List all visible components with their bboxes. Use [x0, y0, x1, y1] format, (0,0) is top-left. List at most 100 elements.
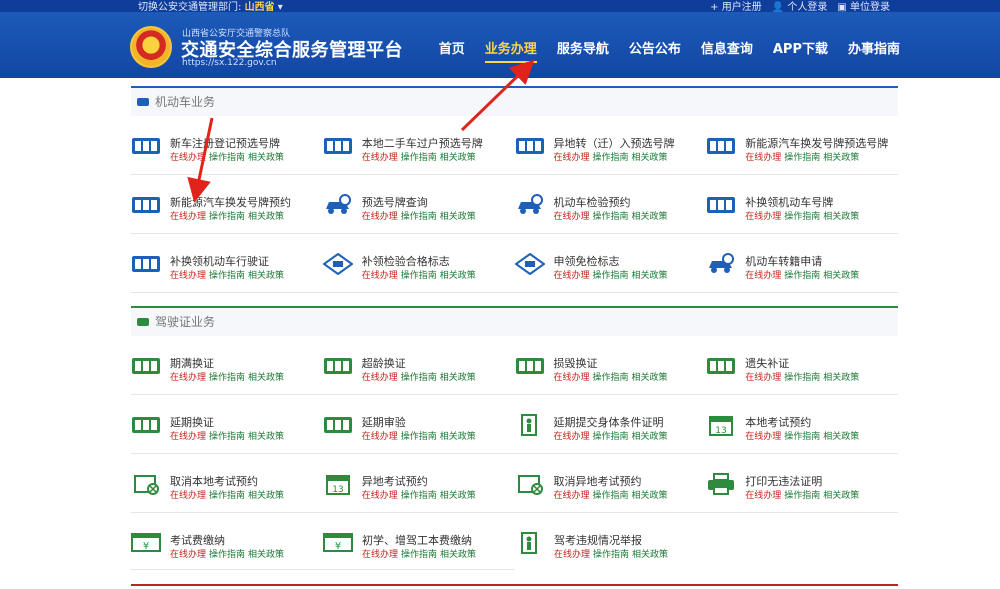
- online-apply-link[interactable]: 在线办理: [554, 491, 590, 501]
- service-title[interactable]: 损毁换证: [554, 355, 598, 371]
- guide-link[interactable]: 操作指南: [784, 373, 820, 383]
- nav-business[interactable]: 业务办理: [484, 38, 537, 63]
- service-title[interactable]: 异地转（迁）入预选号牌: [554, 135, 675, 151]
- service-title[interactable]: 初学、增驾工本费缴纳: [362, 532, 472, 548]
- service-item[interactable]: 打印无违法证明 在线办理 操作指南 相关政策: [706, 454, 898, 512]
- service-item[interactable]: 取消本地考试预约 在线办理 操作指南 相关政策: [131, 454, 323, 512]
- service-item[interactable]: ¥ 初学、增驾工本费缴纳 在线办理 操作指南 相关政策: [323, 513, 515, 572]
- online-apply-link[interactable]: 在线办理: [745, 271, 781, 281]
- online-apply-link[interactable]: 在线办理: [170, 271, 206, 281]
- service-title[interactable]: 新能源汽车换发号牌预选号牌: [745, 135, 888, 151]
- guide-link[interactable]: 操作指南: [593, 373, 629, 383]
- policy-link[interactable]: 相关政策: [248, 153, 284, 163]
- policy-link[interactable]: 相关政策: [632, 491, 668, 501]
- service-item[interactable]: ¥ 考试费缴纳 在线办理 操作指南 相关政策: [131, 513, 323, 572]
- guide-link[interactable]: 操作指南: [401, 373, 437, 383]
- guide-link[interactable]: 操作指南: [209, 432, 245, 442]
- online-apply-link[interactable]: 在线办理: [362, 212, 398, 222]
- service-item[interactable]: 期满换证 在线办理 操作指南 相关政策: [131, 336, 323, 394]
- service-title[interactable]: 补换领机动车行驶证: [170, 253, 269, 269]
- service-title[interactable]: 延期换证: [170, 414, 214, 430]
- policy-link[interactable]: 相关政策: [823, 432, 859, 442]
- online-apply-link[interactable]: 在线办理: [170, 212, 206, 222]
- guide-link[interactable]: 操作指南: [784, 271, 820, 281]
- policy-link[interactable]: 相关政策: [248, 373, 284, 383]
- guide-link[interactable]: 操作指南: [593, 212, 629, 222]
- service-title[interactable]: 新车注册登记预选号牌: [170, 135, 280, 151]
- service-item[interactable]: 本地二手车过户预选号牌 在线办理 操作指南 相关政策: [323, 116, 515, 174]
- policy-link[interactable]: 相关政策: [248, 271, 284, 281]
- guide-link[interactable]: 操作指南: [401, 271, 437, 281]
- nav-query[interactable]: 信息查询: [701, 38, 753, 57]
- online-apply-link[interactable]: 在线办理: [745, 373, 781, 383]
- nav-service-guide[interactable]: 服务导航: [557, 38, 609, 57]
- online-apply-link[interactable]: 在线办理: [362, 432, 398, 442]
- guide-link[interactable]: 操作指南: [209, 212, 245, 222]
- policy-link[interactable]: 相关政策: [440, 432, 476, 442]
- service-item[interactable]: 预选号牌查询 在线办理 操作指南 相关政策: [323, 175, 515, 233]
- guide-link[interactable]: 操作指南: [401, 491, 437, 501]
- guide-link[interactable]: 操作指南: [401, 432, 437, 442]
- policy-link[interactable]: 相关政策: [632, 373, 668, 383]
- online-apply-link[interactable]: 在线办理: [362, 373, 398, 383]
- policy-link[interactable]: 相关政策: [632, 212, 668, 222]
- service-item[interactable]: 驾考违规情况举报 在线办理 操作指南 相关政策: [515, 513, 707, 572]
- service-title[interactable]: 补换领机动车号牌: [745, 194, 833, 210]
- nav-notices[interactable]: 公告公布: [629, 38, 681, 57]
- service-item[interactable]: 机动车检验预约 在线办理 操作指南 相关政策: [515, 175, 707, 233]
- online-apply-link[interactable]: 在线办理: [170, 153, 206, 163]
- online-apply-link[interactable]: 在线办理: [170, 373, 206, 383]
- guide-link[interactable]: 操作指南: [401, 550, 437, 560]
- online-apply-link[interactable]: 在线办理: [745, 153, 781, 163]
- service-item[interactable]: 补换领机动车号牌 在线办理 操作指南 相关政策: [706, 175, 898, 233]
- online-apply-link[interactable]: 在线办理: [170, 432, 206, 442]
- guide-link[interactable]: 操作指南: [209, 550, 245, 560]
- policy-link[interactable]: 相关政策: [823, 153, 859, 163]
- service-title[interactable]: 机动车转籍申请: [745, 253, 822, 269]
- policy-link[interactable]: 相关政策: [248, 550, 284, 560]
- guide-link[interactable]: 操作指南: [401, 153, 437, 163]
- online-apply-link[interactable]: 在线办理: [362, 271, 398, 281]
- guide-link[interactable]: 操作指南: [784, 432, 820, 442]
- service-title[interactable]: 取消本地考试预约: [170, 473, 258, 489]
- guide-link[interactable]: 操作指南: [209, 153, 245, 163]
- online-apply-link[interactable]: 在线办理: [554, 373, 590, 383]
- guide-link[interactable]: 操作指南: [784, 212, 820, 222]
- policy-link[interactable]: 相关政策: [440, 153, 476, 163]
- service-item[interactable]: 遗失补证 在线办理 操作指南 相关政策: [706, 336, 898, 394]
- service-item[interactable]: 新车注册登记预选号牌在线办理 操作指南 相关政策: [131, 116, 323, 174]
- service-title[interactable]: 新能源汽车换发号牌预约: [170, 194, 291, 210]
- service-title[interactable]: 驾考违规情况举报: [554, 532, 642, 548]
- online-apply-link[interactable]: 在线办理: [362, 491, 398, 501]
- nav-home[interactable]: 首页: [439, 38, 465, 57]
- policy-link[interactable]: 相关政策: [823, 271, 859, 281]
- service-item[interactable]: 延期换证 在线办理 操作指南 相关政策: [131, 395, 323, 453]
- service-item[interactable]: 补领检验合格标志 在线办理 操作指南 相关政策: [322, 234, 515, 292]
- service-item[interactable]: 申领免检标志 在线办理 操作指南 相关政策: [513, 234, 707, 292]
- policy-link[interactable]: 相关政策: [440, 212, 476, 222]
- service-title[interactable]: 补领检验合格标志: [362, 253, 450, 269]
- service-title[interactable]: 考试费缴纳: [170, 532, 225, 548]
- service-title[interactable]: 超龄换证: [362, 355, 406, 371]
- online-apply-link[interactable]: 在线办理: [170, 491, 206, 501]
- service-title[interactable]: 期满换证: [170, 355, 214, 371]
- online-apply-link[interactable]: 在线办理: [554, 153, 590, 163]
- guide-link[interactable]: 操作指南: [593, 432, 629, 442]
- service-title[interactable]: 本地考试预约: [745, 414, 811, 430]
- online-apply-link[interactable]: 在线办理: [745, 212, 781, 222]
- policy-link[interactable]: 相关政策: [440, 491, 476, 501]
- online-apply-link[interactable]: 在线办理: [362, 153, 398, 163]
- service-item[interactable]: 延期提交身体条件证明 在线办理 操作指南 相关政策: [515, 395, 707, 453]
- policy-link[interactable]: 相关政策: [440, 550, 476, 560]
- online-apply-link[interactable]: 在线办理: [362, 550, 398, 560]
- policy-link[interactable]: 相关政策: [632, 271, 668, 281]
- service-item[interactable]: 取消异地考试预约 在线办理 操作指南 相关政策: [515, 454, 707, 512]
- service-title[interactable]: 打印无违法证明: [745, 473, 822, 489]
- service-item[interactable]: 延期审验 在线办理 操作指南 相关政策: [323, 395, 515, 453]
- policy-link[interactable]: 相关政策: [440, 373, 476, 383]
- guide-link[interactable]: 操作指南: [209, 271, 245, 281]
- online-apply-link[interactable]: 在线办理: [745, 491, 781, 501]
- service-title[interactable]: 申领免检标志: [554, 253, 620, 269]
- service-item[interactable]: 新能源汽车换发号牌预约 在线办理 操作指南 相关政策: [131, 175, 323, 233]
- online-apply-link[interactable]: 在线办理: [554, 271, 590, 281]
